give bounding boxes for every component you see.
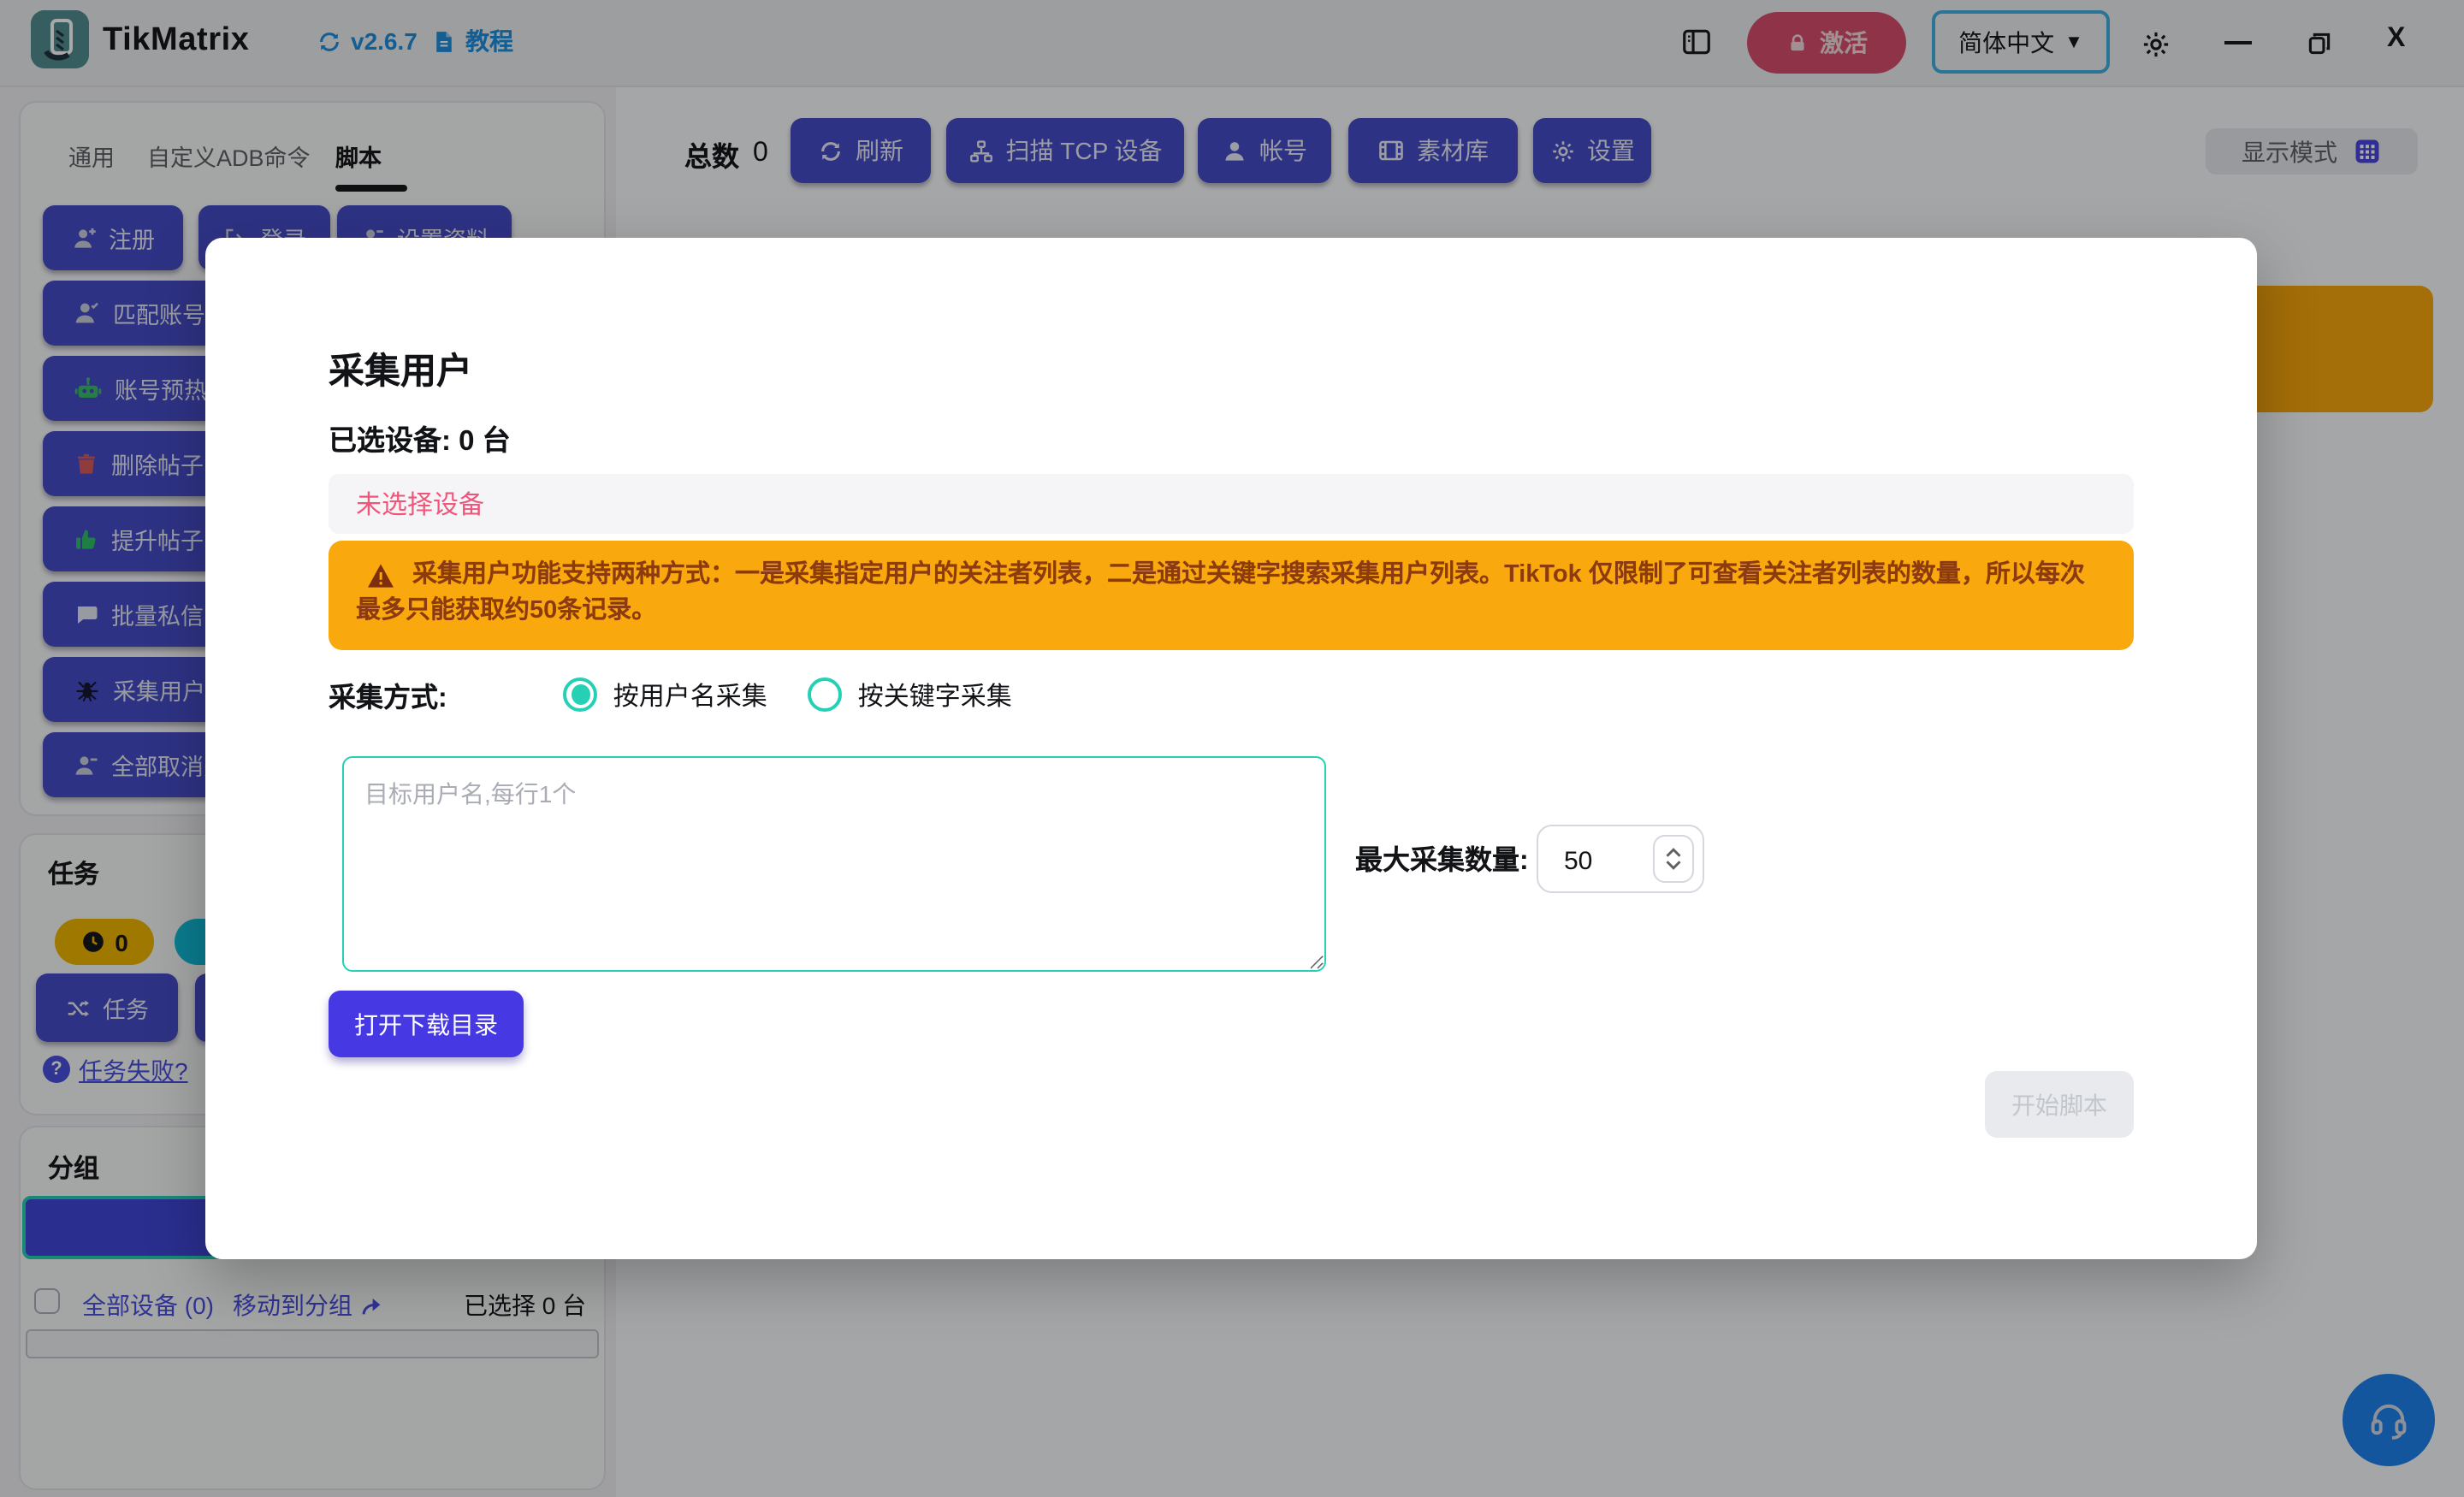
max-count-input-wrap bbox=[1537, 825, 1704, 893]
radio-by-keyword-label[interactable]: 按关键字采集 bbox=[858, 677, 1012, 713]
radio-by-username-label[interactable]: 按用户名采集 bbox=[613, 677, 767, 713]
tikmatrix-window: TikMatrix v2.6.7 教程 激活 简体中文 ▼ X 通用 bbox=[0, 0, 2464, 1497]
warning-icon bbox=[366, 562, 395, 588]
collect-tip-text: 采集用户功能支持两种方式：一是采集指定用户的关注者列表，二是通过关键字搜索采集用… bbox=[356, 561, 2085, 624]
no-device-text: 未选择设备 bbox=[356, 486, 484, 522]
max-count-label: 最大采集数量: bbox=[1355, 837, 1529, 878]
selected-devices-label: 已选设备: 0 台 bbox=[329, 417, 511, 459]
start-script-button[interactable]: 开始脚本 bbox=[1985, 1071, 2134, 1138]
open-download-dir-button[interactable]: 打开下载目录 bbox=[329, 991, 524, 1057]
radio-by-keyword[interactable] bbox=[808, 677, 843, 712]
dialog-title: 采集用户 bbox=[329, 344, 472, 395]
no-device-strip: 未选择设备 bbox=[329, 474, 2134, 534]
collect-method-row: 采集方式: 按用户名采集 按关键字采集 bbox=[329, 672, 1053, 717]
radio-by-username[interactable] bbox=[564, 677, 598, 712]
target-usernames-input[interactable] bbox=[342, 756, 1326, 972]
collect-tip-banner: 采集用户功能支持两种方式：一是采集指定用户的关注者列表，二是通过关键字搜索采集用… bbox=[329, 541, 2134, 650]
method-label: 采集方式: bbox=[329, 674, 447, 715]
collect-users-dialog: 采集用户 已选设备: 0 台 未选择设备 采集用户功能支持两种方式：一是采集指定… bbox=[205, 238, 2257, 1259]
number-stepper[interactable] bbox=[1653, 835, 1694, 883]
